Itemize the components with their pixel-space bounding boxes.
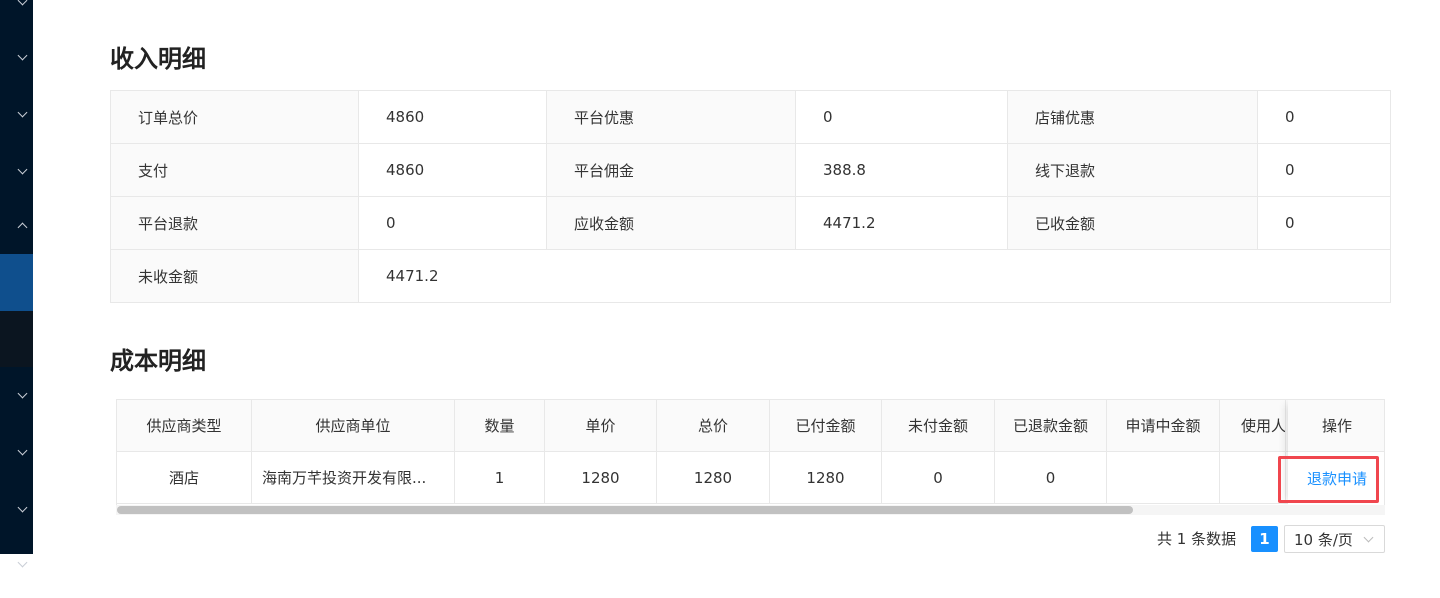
- column-header: 供应商单位: [252, 400, 455, 451]
- cell-quantity: 1: [455, 452, 545, 503]
- desc-value: 0: [359, 197, 547, 249]
- column-header: 已付金额: [770, 400, 882, 451]
- column-header-action: 操作: [1288, 400, 1384, 452]
- desc-label: 店铺优惠: [1008, 91, 1258, 143]
- column-header: 总价: [657, 400, 770, 451]
- desc-value: 4860: [359, 144, 547, 196]
- cell-unpaid: 0: [882, 452, 995, 503]
- desc-value: 0: [1285, 108, 1295, 126]
- cell-applying: [1107, 452, 1220, 503]
- cost-table: 供应商类型 供应商单位 数量 单价 总价 已付金额 未付金额 已退款金额 申请中…: [116, 399, 1385, 515]
- chevron-down-icon: [17, 388, 28, 399]
- sidebar-item-1[interactable]: [0, 0, 33, 32]
- sidebar-item-5-open[interactable]: [0, 200, 33, 257]
- sidebar: [0, 0, 33, 568]
- desc-label: 平台佣金: [547, 144, 796, 196]
- income-section-title: 收入明细: [110, 45, 206, 73]
- cell-paid: 1280: [770, 452, 882, 503]
- page-size-select[interactable]: 10 条/页: [1284, 525, 1385, 553]
- page-size-value: 10 条/页: [1294, 530, 1353, 549]
- page-button-current[interactable]: 1: [1251, 526, 1278, 552]
- cell-refunded: 0: [995, 452, 1107, 503]
- desc-label: 平台优惠: [547, 91, 796, 143]
- column-header: 申请中金额: [1107, 400, 1220, 451]
- chevron-up-icon: [17, 222, 28, 233]
- table-header: 供应商类型 供应商单位 数量 单价 总价 已付金额 未付金额 已退款金额 申请中…: [117, 400, 1384, 452]
- scrollbar-thumb[interactable]: [117, 506, 1133, 514]
- chevron-down-icon: [17, 0, 28, 6]
- chevron-down-icon: [17, 445, 28, 456]
- income-descriptions: 订单总价 4860 平台优惠 0 店铺优惠 0 支付 4860 平台佣金 388…: [110, 90, 1391, 303]
- desc-label: 支付: [111, 144, 359, 196]
- desc-value: 4860: [359, 91, 547, 143]
- sidebar-item-6[interactable]: [0, 370, 33, 427]
- sidebar-item-2[interactable]: [0, 32, 33, 89]
- desc-label: 线下退款: [1008, 144, 1258, 196]
- table-row: 酒店 海南万芊投资开发有限... 1 1280 1280 1280 0 0: [117, 452, 1384, 504]
- desc-row: 订单总价 4860 平台优惠 0 店铺优惠 0: [111, 91, 1390, 144]
- sidebar-item-9[interactable]: [0, 541, 33, 598]
- sidebar-item-7[interactable]: [0, 427, 33, 484]
- horizontal-scrollbar[interactable]: [116, 505, 1385, 515]
- cell-supplier-type: 酒店: [117, 452, 252, 503]
- desc-row: 未收金额 4471.2: [111, 250, 1390, 302]
- column-header: 供应商类型: [117, 400, 252, 451]
- chevron-down-icon: [17, 50, 28, 61]
- desc-value: 4471.2: [386, 267, 439, 285]
- desc-label: 已收金额: [1008, 197, 1258, 249]
- column-header: 已退款金额: [995, 400, 1107, 451]
- cell-unit-price: 1280: [545, 452, 657, 503]
- sidebar-subitem[interactable]: [0, 311, 33, 367]
- desc-label: 平台退款: [111, 197, 359, 249]
- cell-total: 1280: [657, 452, 770, 503]
- desc-value: 4471.2: [796, 197, 1008, 249]
- cell-user: [1220, 452, 1286, 503]
- desc-value: 0: [796, 91, 1008, 143]
- sidebar-item-4[interactable]: [0, 146, 33, 203]
- column-header: 未付金额: [882, 400, 995, 451]
- desc-value: 388.8: [796, 144, 1008, 196]
- column-header: 单价: [545, 400, 657, 451]
- highlight-box: [1278, 456, 1379, 503]
- column-header: 使用人: [1220, 400, 1286, 451]
- chevron-down-icon: [17, 502, 28, 513]
- sidebar-item-3[interactable]: [0, 89, 33, 146]
- chevron-down-icon: [1363, 532, 1374, 543]
- desc-row: 平台退款 0 应收金额 4471.2 已收金额 0: [111, 197, 1390, 250]
- chevron-down-icon: [17, 107, 28, 118]
- desc-row: 支付 4860 平台佣金 388.8 线下退款 0: [111, 144, 1390, 197]
- desc-value: 0: [1285, 214, 1295, 232]
- column-header: 数量: [455, 400, 545, 451]
- chevron-down-icon: [17, 557, 28, 568]
- desc-label: 订单总价: [111, 91, 359, 143]
- sidebar-item-8[interactable]: [0, 484, 33, 541]
- desc-value: 0: [1285, 161, 1295, 179]
- pagination-total: 共 1 条数据: [1157, 530, 1237, 548]
- sidebar-subitem-active[interactable]: [0, 254, 33, 311]
- desc-label: 应收金额: [547, 197, 796, 249]
- cell-supplier-unit: 海南万芊投资开发有限...: [252, 452, 455, 503]
- cost-section-title: 成本明细: [110, 347, 206, 375]
- desc-label: 未收金额: [111, 250, 359, 302]
- chevron-down-icon: [17, 164, 28, 175]
